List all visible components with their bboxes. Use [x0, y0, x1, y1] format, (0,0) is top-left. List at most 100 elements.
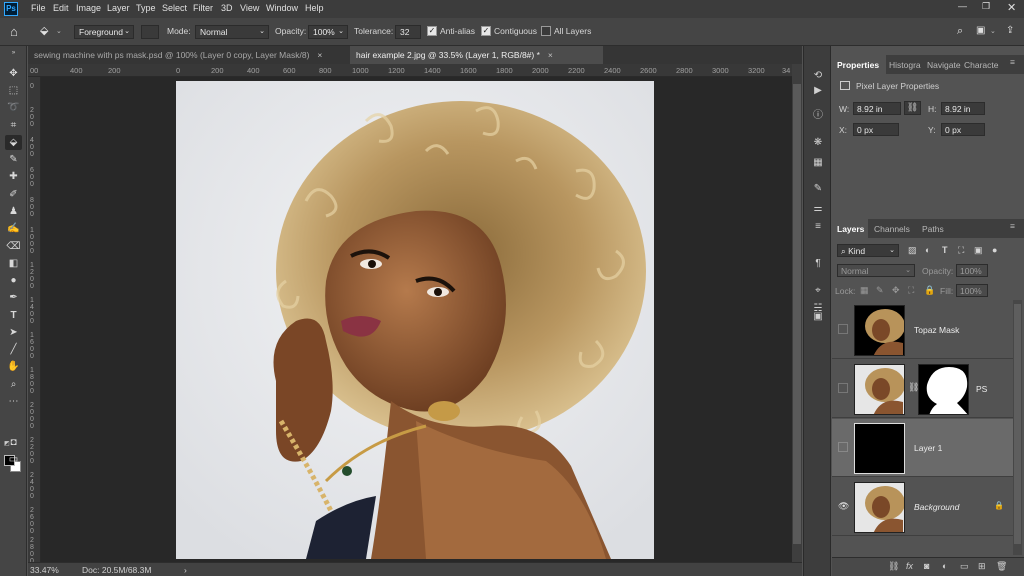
menu-filter[interactable]: Filter — [193, 3, 213, 13]
tab-hair-example[interactable]: hair example 2.jpg @ 33.5% (Layer 1, RGB… — [350, 46, 603, 64]
type-tool-icon[interactable]: T — [5, 308, 22, 323]
hand-tool-icon[interactable]: ✋ — [5, 359, 22, 374]
fill-input[interactable]: 100% — [956, 284, 988, 297]
adjustments-panel-icon[interactable]: ⚌ — [811, 202, 825, 215]
layer-row-background[interactable]: 👁 Background 🔒 — [832, 478, 1014, 536]
move-tool-icon[interactable]: ✥ — [5, 66, 22, 81]
layer-filter-select[interactable]: ⌕ Kind ⌄ — [837, 244, 899, 257]
close-window-icon[interactable]: ✕ — [1007, 1, 1016, 14]
tab-histogram[interactable]: Histogra — [889, 60, 921, 70]
history-brush-tool-icon[interactable]: ✍ — [5, 221, 22, 236]
status-menu-icon[interactable]: › — [184, 565, 187, 575]
fill-source-select[interactable]: Foreground ⌄ — [74, 25, 134, 39]
3d-panel-icon[interactable]: ▣ — [811, 310, 825, 323]
x-input[interactable]: 0 px — [853, 123, 899, 136]
search-icon[interactable]: ⌕ — [957, 25, 963, 38]
layer-name[interactable]: PS — [976, 384, 987, 394]
close-tab-icon[interactable]: × — [548, 50, 553, 60]
tab-sewing-machine[interactable]: sewing machine with ps mask.psd @ 100% (… — [28, 46, 350, 64]
tab-paths[interactable]: Paths — [922, 224, 944, 234]
layer-opacity-input[interactable]: 100% — [956, 264, 988, 277]
menu-type[interactable]: Type — [136, 3, 156, 13]
lock-artboard-icon[interactable]: ⛶ — [908, 285, 914, 296]
menu-image[interactable]: Image — [76, 3, 101, 13]
y-input[interactable]: 0 px — [941, 123, 985, 136]
filter-adjustment-icon[interactable]: ◐ — [925, 245, 930, 255]
quick-mask-icon[interactable]: ◘ — [5, 435, 22, 450]
line-tool-icon[interactable]: ╱ — [5, 342, 22, 357]
workspace-icon[interactable]: ▣ — [976, 25, 985, 36]
document-image[interactable] — [176, 81, 654, 559]
scroll-thumb[interactable] — [793, 84, 801, 544]
layer-mask-thumbnail[interactable] — [918, 364, 969, 415]
tab-navigator[interactable]: Navigate — [927, 60, 961, 70]
link-layers-icon[interactable]: ⛓ — [888, 561, 899, 572]
mode-select[interactable]: Normal ⌄ — [195, 25, 269, 39]
layer-name[interactable]: Layer 1 — [914, 443, 942, 453]
screen-mode-icon[interactable]: ▭ — [5, 452, 22, 467]
collapse-toolbar-icon[interactable]: » — [5, 49, 22, 57]
link-dimensions-icon[interactable]: ⛓ — [904, 101, 921, 115]
menu-3d[interactable]: 3D — [221, 3, 233, 13]
filter-toggle-icon[interactable]: ● — [992, 245, 997, 255]
layer-style-icon[interactable]: fx — [906, 561, 913, 571]
menu-edit[interactable]: Edit — [53, 3, 69, 13]
new-group-icon[interactable]: ▭ — [960, 561, 969, 572]
eye-icon[interactable]: 👁 — [838, 501, 849, 511]
lock-position-icon[interactable]: ✥ — [892, 285, 900, 296]
workspace-chevron-icon[interactable]: ⌄ — [990, 27, 996, 35]
pen-tool-icon[interactable]: ✒ — [5, 290, 22, 305]
width-input[interactable]: 8.92 in — [853, 102, 901, 115]
canvas-vertical-scrollbar[interactable] — [792, 64, 802, 562]
lasso-tool-icon[interactable]: ➰ — [5, 100, 22, 115]
visibility-toggle[interactable] — [838, 442, 848, 452]
zoom-level[interactable]: 33.47% — [30, 565, 59, 575]
info-panel-icon[interactable]: ⓘ — [811, 109, 825, 122]
new-layer-icon[interactable]: ⊞ — [978, 561, 986, 572]
layer-thumbnail[interactable] — [854, 364, 905, 415]
visibility-toggle[interactable] — [838, 383, 848, 393]
clone-stamp-tool-icon[interactable]: ♟ — [5, 204, 22, 219]
height-input[interactable]: 8.92 in — [941, 102, 985, 115]
scroll-thumb[interactable] — [1014, 304, 1021, 544]
pattern-swatch[interactable] — [141, 25, 159, 39]
history-panel-icon[interactable]: ⟲ — [811, 69, 825, 82]
swatches-panel-icon[interactable]: ▦ — [811, 156, 825, 169]
tab-character[interactable]: Characte — [964, 60, 999, 70]
crop-tool-icon[interactable]: ⌗ — [5, 118, 22, 133]
eyedropper-tool-icon[interactable]: ✎ — [5, 152, 22, 167]
gradient-tool-icon[interactable]: ◧ — [5, 256, 22, 271]
layer-thumbnail[interactable] — [854, 423, 905, 474]
layer-thumbnail[interactable] — [854, 305, 905, 356]
eraser-tool-icon[interactable]: ⌫ — [5, 239, 22, 254]
layer-row-topaz-mask[interactable]: Topaz Mask — [832, 301, 1014, 359]
menu-help[interactable]: Help — [305, 3, 324, 13]
marquee-tool-icon[interactable]: ⬚ — [5, 83, 22, 98]
layer-row-layer-1[interactable]: Layer 1 — [832, 419, 1014, 477]
restore-icon[interactable]: ❐ — [982, 1, 990, 12]
actions-panel-icon[interactable]: ▶ — [811, 84, 825, 97]
menu-select[interactable]: Select — [162, 3, 187, 13]
zoom-tool-icon[interactable]: ⌕ — [5, 377, 22, 392]
tolerance-input[interactable]: 32 — [395, 25, 421, 39]
filter-shape-icon[interactable]: ⛶ — [958, 245, 964, 256]
share-icon[interactable]: ⇪ — [1006, 25, 1014, 36]
styles-panel-icon[interactable]: ≡ — [811, 220, 825, 233]
paint-bucket-tool-icon[interactable]: ⬙ — [5, 135, 22, 150]
add-mask-icon[interactable]: ◙ — [924, 561, 929, 571]
panel-menu-icon[interactable]: ≡ — [1010, 221, 1015, 231]
layer-row-ps[interactable]: ⛓ PS — [832, 360, 1014, 418]
filter-pixel-icon[interactable]: ▨ — [908, 245, 917, 256]
contiguous-checkbox[interactable]: ✓ — [481, 26, 491, 36]
paint-bucket-tool-icon[interactable]: ⬙ — [40, 24, 48, 37]
filter-type-icon[interactable]: T — [942, 245, 948, 255]
lock-pixels-icon[interactable]: ✎ — [876, 285, 884, 296]
layer-name[interactable]: Topaz Mask — [914, 325, 959, 335]
libraries-panel-icon[interactable]: ❋ — [811, 136, 825, 149]
healing-brush-tool-icon[interactable]: ✚ — [5, 169, 22, 184]
path-selection-tool-icon[interactable]: ➤ — [5, 325, 22, 340]
opacity-input[interactable]: 100% ⌄ — [308, 25, 348, 39]
filter-smart-object-icon[interactable]: ▣ — [974, 245, 983, 256]
menu-layer[interactable]: Layer — [107, 3, 130, 13]
visibility-toggle[interactable] — [838, 324, 848, 334]
